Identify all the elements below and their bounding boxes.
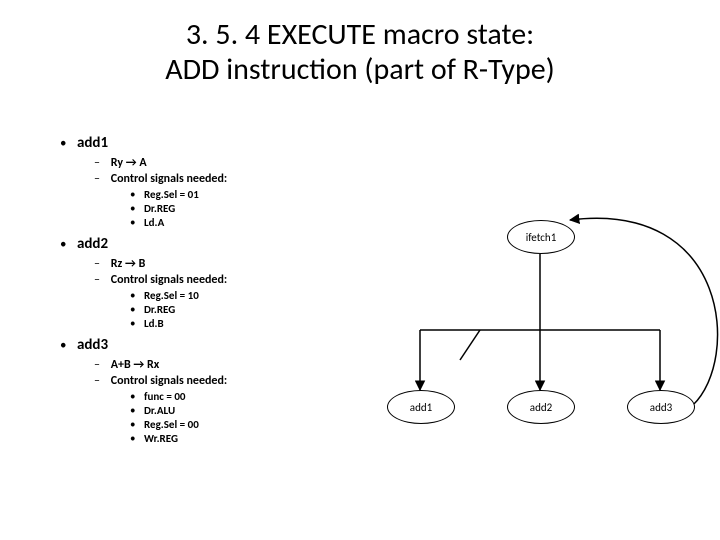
- op-lhs: Rz: [111, 257, 123, 271]
- operation-line: – A+B → Rx: [94, 358, 410, 372]
- state-ifetch1: ifetch1: [507, 220, 575, 254]
- signal-item: •Ld.B: [130, 317, 410, 330]
- arrow-icon: →: [126, 156, 137, 170]
- bullet-l2: –: [94, 374, 108, 388]
- section-add2: • add2: [60, 235, 410, 253]
- signal-item: •Ld.A: [130, 216, 410, 229]
- bullet-l1: •: [60, 237, 74, 252]
- slide-title: 3. 5. 4 EXECUTE macro state: ADD instruc…: [0, 18, 720, 87]
- bullet-l2: –: [94, 257, 108, 271]
- op-rhs: Rx: [147, 358, 159, 372]
- bullet-l2: –: [94, 156, 108, 170]
- title-line-2: ADD instruction (part of R-Type): [165, 51, 555, 88]
- state-label: ifetch1: [526, 231, 557, 244]
- signals-label-text: Control signals needed:: [111, 273, 228, 287]
- signals-label: – Control signals needed:: [94, 273, 410, 287]
- arrow-icon: →: [125, 257, 136, 271]
- section-add3: • add3: [60, 336, 410, 354]
- state-label: add1: [410, 401, 432, 414]
- signals-label: – Control signals needed:: [94, 172, 410, 186]
- bullet-l1: •: [60, 338, 74, 353]
- op-rhs: B: [139, 257, 146, 271]
- op-lhs: A+B: [111, 358, 131, 372]
- signal-item: •Reg.Sel = 01: [130, 188, 410, 201]
- title-line-1: 3. 5. 4 EXECUTE macro state:: [186, 16, 534, 53]
- operation-line: – Rz → B: [94, 257, 410, 271]
- signal-item: •Wr.REG: [130, 432, 410, 445]
- signal-item: •Dr.REG: [130, 202, 410, 215]
- signal-item: •func = 00: [130, 390, 410, 403]
- section-head: add1: [77, 134, 108, 152]
- signals-label: – Control signals needed:: [94, 374, 410, 388]
- content-outline: • add1 – Ry → A – Control signals needed…: [60, 128, 410, 446]
- signal-item: •Reg.Sel = 10: [130, 289, 410, 302]
- arrow-icon: →: [133, 358, 144, 372]
- op-rhs: A: [139, 156, 146, 170]
- bullet-l2: –: [94, 273, 108, 287]
- section-head: add3: [77, 336, 108, 354]
- section-add1: • add1: [60, 134, 410, 152]
- signal-item: •Dr.ALU: [130, 404, 410, 417]
- state-add2: add2: [507, 390, 575, 424]
- op-lhs: Ry: [111, 156, 123, 170]
- state-add3: add3: [627, 390, 695, 424]
- bullet-l2: –: [94, 172, 108, 186]
- state-label: add2: [530, 401, 552, 414]
- state-label: add3: [650, 401, 672, 414]
- section-head: add2: [77, 235, 108, 253]
- signal-item: •Reg.Sel = 00: [130, 418, 410, 431]
- signals-label-text: Control signals needed:: [111, 172, 228, 186]
- bullet-l2: –: [94, 358, 108, 372]
- operation-line: – Ry → A: [94, 156, 410, 170]
- signal-item: •Dr.REG: [130, 303, 410, 316]
- bullet-l1: •: [60, 136, 74, 151]
- state-diagram: ifetch1 add1 add2 add3: [380, 210, 710, 470]
- state-add1: add1: [387, 390, 455, 424]
- signals-label-text: Control signals needed:: [111, 374, 228, 388]
